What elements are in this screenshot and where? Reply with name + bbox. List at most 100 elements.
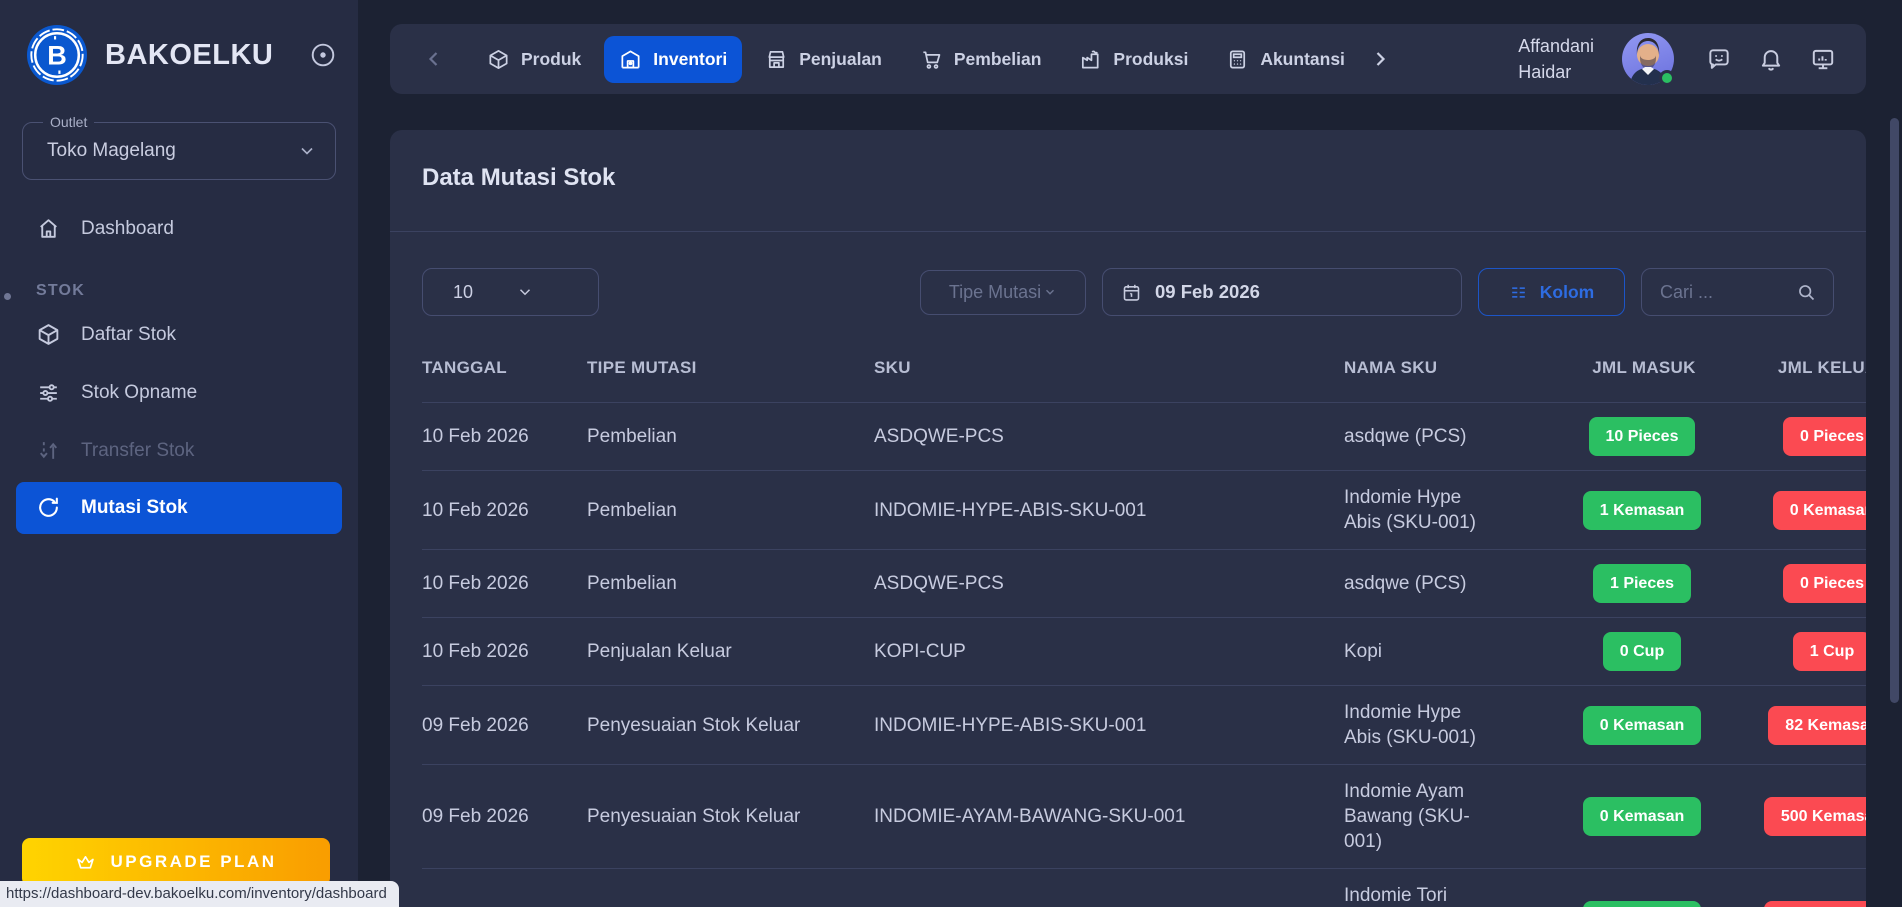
jml-masuk-badge: 0 Kemasan xyxy=(1583,797,1702,836)
upgrade-plan-label: UPGRADE PLAN xyxy=(110,852,276,872)
user-avatar[interactable] xyxy=(1622,33,1674,85)
sidebar-item-label: Transfer Stok xyxy=(81,440,194,462)
search-box xyxy=(1641,268,1834,316)
cell-tanggal: 09 Feb 2026 xyxy=(422,686,587,765)
data-mutasi-stok-card: Data Mutasi Stok 10 Tipe Mutasi xyxy=(390,130,1866,907)
search-icon xyxy=(1796,282,1817,303)
table-row: 10 Feb 2026Penjualan KeluarKOPI-CUPKopi0… xyxy=(422,618,1866,686)
jml-keluar-badge: 0 Pieces xyxy=(1783,564,1866,603)
sidebar-item-stok-opname[interactable]: Stok Opname xyxy=(0,364,358,422)
outlet-value: Toko Magelang xyxy=(47,140,297,162)
card-header: Data Mutasi Stok xyxy=(390,130,1866,232)
cell-tanggal: 10 Feb 2026 xyxy=(422,403,587,471)
cell-sku: INDOMIE-HYPE-ABIS-SKU-001 xyxy=(874,686,1344,765)
nav-item-produk[interactable]: Produk xyxy=(472,36,596,83)
cube-icon xyxy=(487,48,510,71)
upgrade-plan-button[interactable]: UPGRADE PLAN xyxy=(22,838,330,886)
column-header-nama-sku: NAMA SKU xyxy=(1344,330,1559,403)
sliders-icon xyxy=(36,380,62,406)
cell-sku: ASDQWE-PCS xyxy=(874,550,1344,618)
nav-item-pembelian[interactable]: Pembelian xyxy=(905,36,1057,83)
column-header-jml-keluar: JML KELUAR xyxy=(1739,330,1866,403)
cell-jml-keluar: 0 Kemasan xyxy=(1739,471,1866,550)
cell-tanggal: 10 Feb 2026 xyxy=(422,550,587,618)
sidebar-item-dashboard[interactable]: Dashboard xyxy=(0,200,358,258)
page-size-value: 10 xyxy=(453,282,516,303)
cell-tanggal: 09 Feb 2026 xyxy=(422,765,587,869)
jml-keluar-badge: 500 Kemasan xyxy=(1764,901,1866,907)
cell-jml-masuk: 0 Kemasan xyxy=(1559,765,1739,869)
nav-item-produksi[interactable]: Produksi xyxy=(1064,36,1203,83)
cell-tipe-mutasi: Pembelian xyxy=(587,471,874,550)
page-scrollbar[interactable] xyxy=(1890,118,1899,703)
cell-jml-keluar: 82 Kemasan xyxy=(1739,686,1866,765)
sidebar-item-mutasi-stok[interactable]: Mutasi Stok xyxy=(16,482,342,534)
package-icon xyxy=(36,322,62,348)
cart-icon xyxy=(920,48,943,71)
cell-tanggal: 09 Feb 2026 xyxy=(422,869,587,907)
sidebar-toggle-button[interactable] xyxy=(308,40,338,70)
status-url: https://dashboard-dev.bakoelku.com/inven… xyxy=(0,881,399,907)
nav-item-label: Produksi xyxy=(1113,49,1188,70)
cell-tipe-mutasi: Penyesuaian Stok Keluar xyxy=(587,869,874,907)
cell-tipe-mutasi: Penyesuaian Stok Keluar xyxy=(587,686,874,765)
jml-masuk-badge: 0 Kemasan xyxy=(1583,706,1702,745)
refresh-icon xyxy=(36,495,62,521)
nav-item-akuntansi[interactable]: Akuntansi xyxy=(1211,36,1360,83)
svg-text:B: B xyxy=(47,40,67,71)
sidebar-item-label: Stok Opname xyxy=(81,382,197,404)
sidebar-section-stok: STOK xyxy=(0,282,358,300)
brand-name: BAKOELKU xyxy=(105,39,308,72)
sidebar-menu: Dashboard STOK Daftar Stok Stok Opname Trans… xyxy=(0,200,358,534)
table-row: 10 Feb 2026PembelianASDQWE-PCSasdqwe (PC… xyxy=(422,550,1866,618)
cell-sku: ASDQWE-PCS xyxy=(874,403,1344,471)
chevron-down-icon xyxy=(516,283,579,301)
nav-item-label: Inventori xyxy=(653,49,727,70)
cell-jml-masuk: 10 Pieces xyxy=(1559,403,1739,471)
cell-nama-sku: asdqwe (PCS) xyxy=(1344,403,1559,471)
cell-jml-masuk: 1 Pieces xyxy=(1559,550,1739,618)
cell-nama-sku: Kopi xyxy=(1344,618,1559,686)
tipe-mutasi-placeholder: Tipe Mutasi xyxy=(949,282,1041,303)
mutasi-stok-table: TANGGALTIPE MUTASISKUNAMA SKUJML MASUKJM… xyxy=(422,330,1866,907)
cell-tanggal: 10 Feb 2026 xyxy=(422,618,587,686)
search-input[interactable] xyxy=(1660,282,1796,303)
jml-keluar-badge: 0 Kemasan xyxy=(1773,491,1866,530)
tipe-mutasi-select[interactable]: Tipe Mutasi xyxy=(920,270,1086,315)
display-button[interactable] xyxy=(1804,40,1842,78)
column-header-tanggal: TANGGAL xyxy=(422,330,587,403)
transfer-icon xyxy=(36,438,62,464)
cell-jml-keluar: 500 Kemasan xyxy=(1739,765,1866,869)
messages-button[interactable] xyxy=(1700,40,1738,78)
cell-sku: INDOMIE-TORI-MISO-TELUR-TELUR-SKU-001 xyxy=(874,869,1344,907)
sidebar-scroll-dot xyxy=(4,293,11,300)
cell-jml-keluar: 0 Pieces xyxy=(1739,550,1866,618)
jml-masuk-badge: 10 Pieces xyxy=(1589,417,1696,456)
notifications-button[interactable] xyxy=(1752,40,1790,78)
warehouse-icon xyxy=(619,48,642,71)
date-picker[interactable]: 09 Feb 2026 xyxy=(1102,268,1462,316)
nav-items: Produk Inventori PenjualanPembelian Produks… xyxy=(472,36,1360,83)
outlet-select[interactable]: Outlet Toko Magelang xyxy=(22,122,336,180)
factory-icon xyxy=(1079,48,1102,71)
jml-keluar-badge: 1 Cup xyxy=(1793,632,1866,671)
page-size-select[interactable]: 10 xyxy=(422,268,599,316)
sidebar-item-label: Dashboard xyxy=(81,218,174,240)
cell-jml-masuk: 0 Kemasan xyxy=(1559,869,1739,907)
nav-forward-button[interactable] xyxy=(1364,43,1396,75)
cell-sku: INDOMIE-HYPE-ABIS-SKU-001 xyxy=(874,471,1344,550)
nav-back-button[interactable] xyxy=(418,43,450,75)
cell-tanggal: 10 Feb 2026 xyxy=(422,471,587,550)
nav-item-inventori[interactable]: Inventori xyxy=(604,36,742,83)
filters-right-group: Tipe Mutasi 09 Feb 2026 xyxy=(920,268,1834,316)
jml-masuk-badge: 0 Cup xyxy=(1603,632,1681,671)
kolom-button[interactable]: Kolom xyxy=(1478,268,1625,316)
nav-item-penjualan[interactable]: Penjualan xyxy=(750,36,897,83)
column-header-sku: SKU xyxy=(874,330,1344,403)
calculator-icon xyxy=(1226,48,1249,71)
sidebar-item-daftar-stok[interactable]: Daftar Stok xyxy=(0,306,358,364)
online-status-dot xyxy=(1659,70,1675,86)
jml-masuk-badge: 0 Kemasan xyxy=(1583,901,1702,907)
calendar-icon xyxy=(1121,282,1142,303)
chevron-left-icon xyxy=(422,47,446,71)
